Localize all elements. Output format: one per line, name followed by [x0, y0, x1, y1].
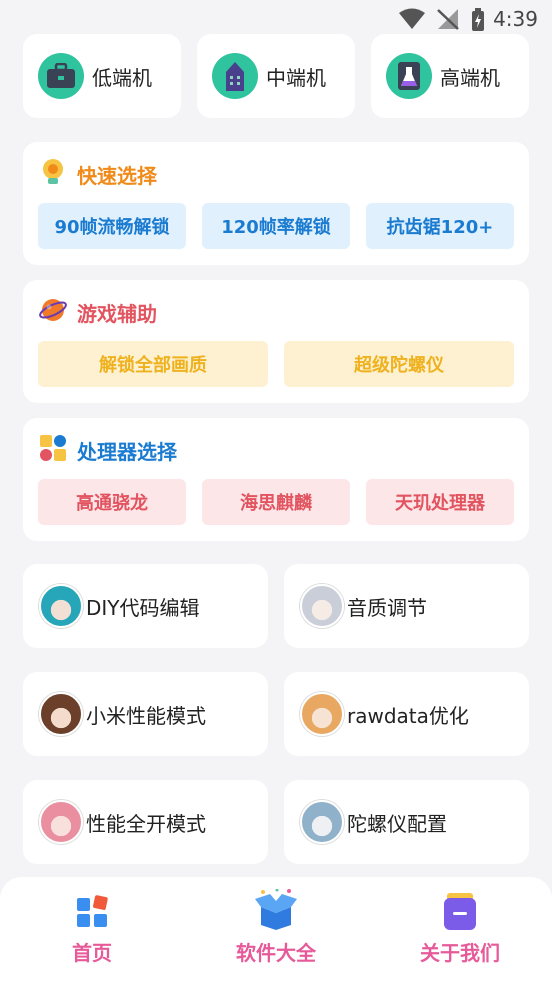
processor-select-section: 处理器选择 高通骁龙 海思麒麟 天玑处理器 [23, 418, 529, 541]
chip-unlock-all-graphics[interactable]: 解锁全部画质 [38, 341, 268, 387]
chip-dimensity[interactable]: 天玑处理器 [366, 479, 514, 525]
game-assist-section: 游戏辅助 解锁全部画质 超级陀螺仪 [23, 280, 529, 403]
tile-label: 小米性能模式 [86, 703, 206, 728]
tile-full-performance[interactable]: 性能全开模式 [23, 780, 268, 864]
tile-label: 陀螺仪配置 [347, 811, 447, 836]
nav-software[interactable]: 软件大全 [184, 877, 368, 983]
chip-anti-aliasing[interactable]: 抗齿锯120+ [366, 203, 514, 249]
briefcase-icon [38, 53, 84, 99]
chip-120fps-unlock[interactable]: 120帧率解锁 [202, 203, 350, 249]
avatar [39, 692, 83, 736]
nav-label: 软件大全 [236, 941, 316, 965]
chip-kirin[interactable]: 海思麒麟 [202, 479, 350, 525]
nav-home[interactable]: 首页 [0, 877, 184, 983]
tier-low-end[interactable]: 低端机 [23, 34, 181, 118]
avatar [300, 800, 344, 844]
status-bar: 4:39 [0, 0, 552, 38]
bottom-nav: 首页 软件大全 关于我们 [0, 877, 552, 983]
tile-label: 性能全开模式 [86, 811, 206, 836]
tile-gyroscope-config[interactable]: 陀螺仪配置 [284, 780, 529, 864]
nav-label: 首页 [72, 941, 112, 965]
blocks-icon [40, 435, 66, 461]
folder-icon [444, 893, 476, 930]
chip-super-gyroscope[interactable]: 超级陀螺仪 [284, 341, 514, 387]
wifi-icon [399, 8, 425, 29]
avatar [300, 692, 344, 736]
section-title: 快速选择 [77, 164, 157, 188]
flask-icon [386, 53, 432, 99]
tile-label: 音质调节 [347, 595, 427, 620]
avatar [39, 800, 83, 844]
quick-select-section: 快速选择 90帧流畅解锁 120帧率解锁 抗齿锯120+ [23, 142, 529, 265]
tier-label: 高端机 [440, 65, 500, 90]
section-title: 处理器选择 [77, 440, 177, 464]
tile-audio-tuning[interactable]: 音质调节 [284, 564, 529, 648]
grid-home-icon [77, 895, 108, 927]
tile-label: DIY代码编辑 [86, 595, 200, 620]
tile-xiaomi-performance[interactable]: 小米性能模式 [23, 672, 268, 756]
nav-label: 关于我们 [420, 941, 500, 965]
tile-rawdata-optimize[interactable]: rawdata优化 [284, 672, 529, 756]
tier-high-end[interactable]: 高端机 [371, 34, 529, 118]
chip-snapdragon[interactable]: 高通骁龙 [38, 479, 186, 525]
tier-mid-range[interactable]: 中端机 [197, 34, 355, 118]
building-icon [212, 53, 258, 99]
gift-box-icon [255, 889, 297, 930]
status-time: 4:39 [493, 7, 538, 31]
tile-diy-code-editor[interactable]: DIY代码编辑 [23, 564, 268, 648]
avatar [300, 584, 344, 628]
avatar [39, 584, 83, 628]
planet-icon [39, 299, 67, 321]
tier-label: 中端机 [266, 65, 326, 90]
no-signal-icon [437, 9, 459, 30]
nav-about[interactable]: 关于我们 [368, 877, 552, 983]
battery-charging-icon [472, 8, 484, 31]
chip-90fps-unlock[interactable]: 90帧流畅解锁 [38, 203, 186, 249]
tile-label: rawdata优化 [347, 703, 469, 728]
tier-label: 低端机 [92, 65, 152, 90]
section-title: 游戏辅助 [77, 302, 157, 326]
lightbulb-icon [43, 159, 63, 184]
